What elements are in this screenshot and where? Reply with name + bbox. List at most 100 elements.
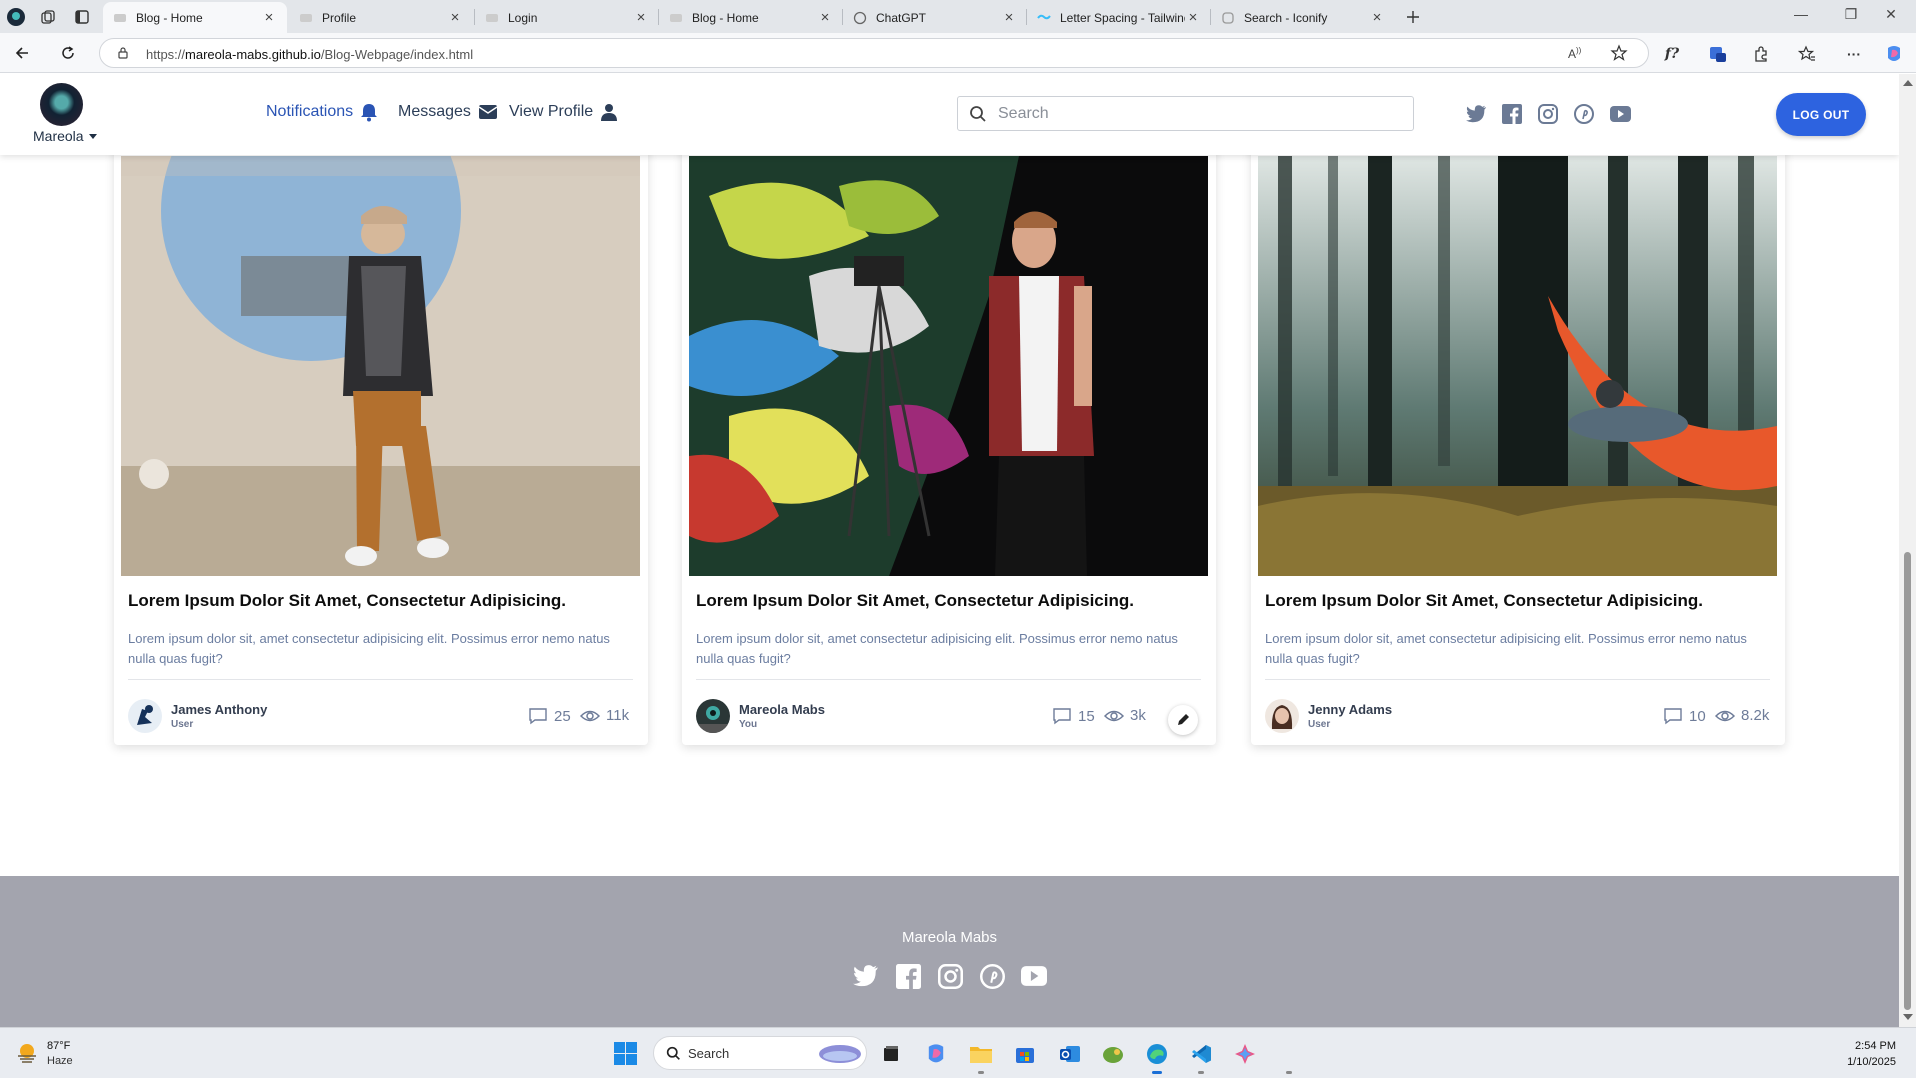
search-field[interactable]	[957, 96, 1414, 131]
favorite-star-icon[interactable]	[1610, 44, 1628, 62]
facebook-icon[interactable]	[894, 962, 922, 990]
youtube-icon[interactable]	[1609, 103, 1631, 125]
bell-icon	[360, 102, 378, 122]
openai-favicon-icon	[853, 11, 867, 25]
post-image[interactable]	[121, 156, 640, 576]
twitter-icon[interactable]	[1465, 103, 1487, 125]
author-name[interactable]: James Anthony	[171, 702, 267, 717]
formula-extension-icon[interactable]: f?	[1661, 43, 1683, 65]
copilot-icon[interactable]	[1883, 43, 1905, 65]
task-view-icon[interactable]	[878, 1041, 904, 1067]
views-count: 11k	[580, 707, 629, 724]
instagram-icon[interactable]	[936, 962, 964, 990]
author-avatar[interactable]	[1265, 699, 1299, 733]
iconify-favicon-icon	[1221, 11, 1235, 25]
tab-profile[interactable]: Profile ×	[289, 2, 473, 33]
window-close-icon[interactable]: ✕	[1876, 6, 1906, 23]
author-avatar[interactable]	[696, 699, 730, 733]
comments-count[interactable]: 10	[1663, 707, 1706, 725]
edit-post-button[interactable]	[1168, 705, 1198, 735]
file-explorer-icon[interactable]	[968, 1041, 994, 1067]
favorites-icon[interactable]	[1796, 43, 1818, 65]
scrollbar-thumb[interactable]	[1904, 552, 1911, 1010]
tab-blog-home[interactable]: Blog - Home ×	[103, 2, 287, 33]
logout-button[interactable]: LOG OUT	[1776, 93, 1866, 136]
pinterest-icon[interactable]	[978, 962, 1006, 990]
nav-view-profile[interactable]: View Profile	[509, 101, 618, 123]
chameleon-app-icon[interactable]	[1100, 1041, 1126, 1067]
address-bar[interactable]: https://mareola-mabs.github.io/Blog-Webp…	[99, 38, 1649, 68]
workspaces-icon[interactable]	[38, 7, 58, 27]
nav-notifications[interactable]: Notifications	[266, 101, 378, 123]
instagram-icon[interactable]	[1537, 103, 1559, 125]
views-value: 8.2k	[1741, 707, 1770, 724]
tab-tailwind[interactable]: Letter Spacing - Tailwind CSS ×	[1027, 2, 1211, 33]
youtube-icon[interactable]	[1020, 962, 1048, 990]
tab-close-icon[interactable]: ×	[633, 9, 649, 26]
post-title[interactable]: Lorem Ipsum Dolor Sit Amet, Consectetur …	[696, 591, 1134, 611]
scroll-down-icon[interactable]	[1903, 1014, 1913, 1020]
tab-chatgpt[interactable]: ChatGPT ×	[843, 2, 1027, 33]
scroll-up-icon[interactable]	[1903, 80, 1913, 86]
comment-icon	[528, 707, 548, 725]
taskbar-search[interactable]: Search	[653, 1036, 867, 1070]
extensions-icon[interactable]	[1750, 43, 1772, 65]
facebook-icon[interactable]	[1501, 103, 1523, 125]
tab-iconify[interactable]: Search - Iconify ×	[1211, 2, 1395, 33]
new-tab-icon[interactable]	[1403, 7, 1423, 27]
read-aloud-icon[interactable]: A))	[1568, 46, 1581, 61]
more-menu-icon[interactable]: ···	[1843, 43, 1865, 65]
page-scrollbar[interactable]	[1899, 74, 1916, 1027]
author-name[interactable]: Mareola Mabs	[739, 702, 825, 717]
minimize-icon[interactable]: —	[1786, 6, 1816, 22]
site-info-icon[interactable]	[116, 46, 130, 60]
tab-title: Blog - Home	[692, 10, 759, 25]
comments-count[interactable]: 15	[1052, 707, 1095, 725]
post-title[interactable]: Lorem Ipsum Dolor Sit Amet, Consectetur …	[128, 591, 566, 611]
tab-title: Blog - Home	[136, 10, 203, 25]
restore-icon[interactable]: ❐	[1836, 6, 1866, 23]
vscode-icon[interactable]	[1188, 1041, 1214, 1067]
search-input[interactable]	[998, 97, 1398, 130]
vertical-tabs-icon[interactable]	[72, 7, 92, 27]
author-name[interactable]: Jenny Adams	[1308, 702, 1392, 717]
tab-close-icon[interactable]: ×	[447, 9, 463, 26]
refresh-icon[interactable]	[58, 43, 78, 63]
user-avatar[interactable]	[40, 83, 83, 126]
nav-messages[interactable]: Messages	[398, 101, 498, 123]
post-excerpt: Lorem ipsum dolor sit, amet consectetur …	[696, 631, 1178, 666]
browser-profile-icon[interactable]	[6, 7, 26, 27]
post-card[interactable]: Lorem Ipsum Dolor Sit Amet, Consectetur …	[1251, 128, 1785, 745]
tab-blog-home-2[interactable]: Blog - Home ×	[659, 2, 843, 33]
clock-time[interactable]: 2:54 PM	[1855, 1040, 1896, 1052]
clock-date[interactable]: 1/10/2025	[1847, 1056, 1896, 1068]
tab-login[interactable]: Login ×	[475, 2, 659, 33]
twitter-icon[interactable]	[852, 962, 880, 990]
haze-weather-icon[interactable]	[16, 1042, 38, 1064]
author-avatar[interactable]	[128, 699, 162, 733]
tab-close-icon[interactable]: ×	[1185, 9, 1201, 26]
running-indicator	[978, 1071, 984, 1074]
edge-browser-icon[interactable]	[1144, 1041, 1170, 1067]
gemini-app-icon[interactable]	[1232, 1041, 1258, 1067]
copilot-app-icon[interactable]	[923, 1041, 949, 1067]
back-icon[interactable]	[12, 43, 32, 63]
post-image[interactable]	[689, 156, 1208, 576]
windows-start-icon[interactable]	[614, 1042, 637, 1065]
post-title[interactable]: Lorem Ipsum Dolor Sit Amet, Consectetur …	[1265, 591, 1703, 611]
outlook-icon[interactable]	[1057, 1041, 1083, 1067]
pinterest-icon[interactable]	[1573, 103, 1595, 125]
tab-close-icon[interactable]: ×	[261, 9, 277, 26]
tab-close-icon[interactable]: ×	[1369, 9, 1385, 26]
post-card[interactable]: Lorem Ipsum Dolor Sit Amet, Consectetur …	[114, 128, 648, 745]
post-card[interactable]: Lorem Ipsum Dolor Sit Amet, Consectetur …	[682, 128, 1216, 745]
weather-temperature[interactable]: 87°F	[47, 1040, 70, 1052]
translate-extension-icon[interactable]	[1707, 43, 1729, 65]
post-image[interactable]	[1258, 156, 1777, 576]
tab-close-icon[interactable]: ×	[1001, 9, 1017, 26]
tab-close-icon[interactable]: ×	[817, 9, 833, 26]
comments-count[interactable]: 25	[528, 707, 571, 725]
nav-view-profile-label: View Profile	[509, 103, 594, 120]
microsoft-store-icon[interactable]	[1012, 1041, 1038, 1067]
user-menu-dropdown[interactable]: Mareola	[33, 128, 98, 144]
